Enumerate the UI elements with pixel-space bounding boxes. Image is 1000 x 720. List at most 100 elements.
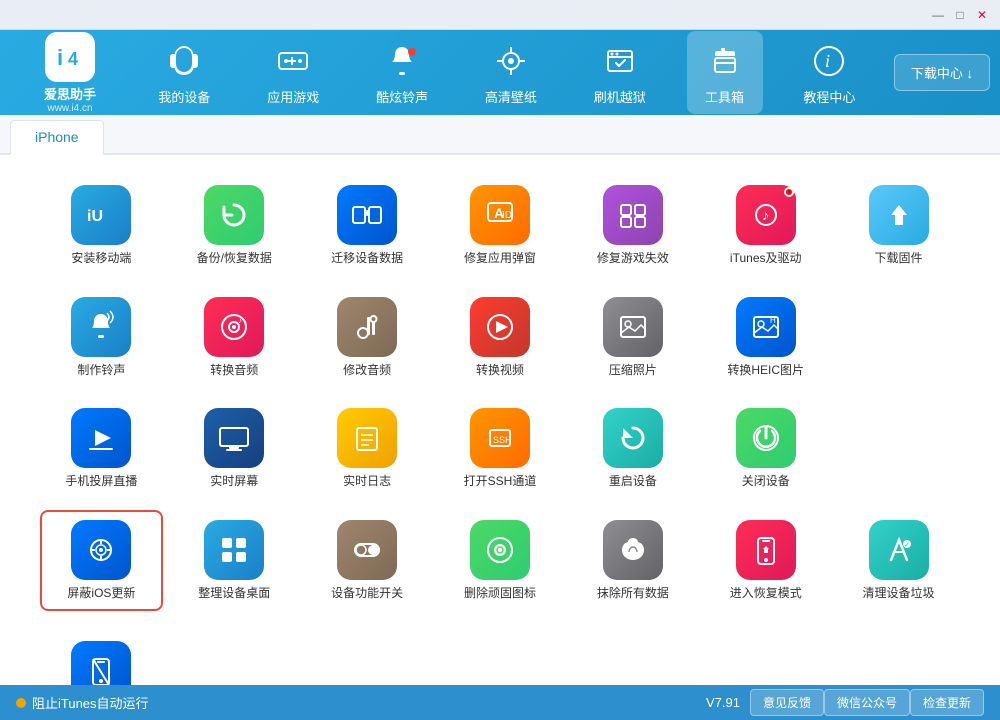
svg-text:✓: ✓ — [904, 542, 910, 549]
download-btn[interactable]: 下载中心 ↓ — [894, 54, 990, 91]
tool-recovery-mode[interactable]: 进入恢复模式 — [704, 510, 827, 612]
tool-block-ios-update-icon — [71, 520, 131, 580]
tool-convert-heic-label: 转换HEIC图片 — [727, 363, 804, 379]
tool-real-screen[interactable]: 实时屏幕 — [173, 398, 296, 500]
tool-install-mobile[interactable]: iU 安装移动端 — [40, 175, 163, 277]
status-bar: 阻止iTunes自动运行 V7.91 意见反馈 微信公众号 检查更新 — [0, 685, 1000, 720]
nav-toolbox[interactable]: 工具箱 — [687, 31, 763, 114]
tool-delete-icon-icon — [470, 520, 530, 580]
main-content: iU 安装移动端 备份/恢复数据 — [0, 155, 1000, 685]
update-btn[interactable]: 检查更新 — [910, 689, 984, 716]
tool-edit-audio[interactable]: 修改音频 — [306, 287, 429, 389]
nav-wallpapers[interactable]: 高清壁纸 — [469, 31, 553, 114]
tool-migrate-data-label: 迁移设备数据 — [331, 251, 403, 267]
status-dot — [16, 698, 26, 708]
nav-ringtones-label: 酷炫铃声 — [376, 87, 428, 106]
nav-ringtones[interactable]: 酷炫铃声 — [360, 31, 444, 114]
tool-backup-restore-label: 备份/恢复数据 — [197, 251, 272, 267]
logo-icon: i 4 — [45, 32, 95, 82]
tool-convert-heic[interactable]: H 转换HEIC图片 — [704, 287, 827, 389]
tool-edit-audio-label: 修改音频 — [343, 363, 391, 379]
tool-real-log-icon — [337, 408, 397, 468]
nav-jailbreak[interactable]: 刷机越狱 — [578, 31, 662, 114]
my-device-icon — [162, 39, 206, 83]
tool-organize-desktop-icon — [204, 520, 264, 580]
tool-organize-desktop[interactable]: 整理设备桌面 — [173, 510, 296, 612]
tools-row-3: 手机投屏直播 实时屏幕 实时日志 — [40, 398, 960, 500]
tool-real-log-label: 实时日志 — [343, 474, 391, 490]
nav-my-device-label: 我的设备 — [158, 87, 210, 106]
version-text: V7.91 — [706, 695, 740, 710]
tool-fix-app-popup-icon: A ID — [470, 185, 530, 245]
tool-install-mobile-icon: iU — [71, 185, 131, 245]
tool-recovery-mode-label: 进入恢复模式 — [730, 586, 802, 602]
close-icon[interactable]: ✕ — [972, 5, 992, 25]
tool-organize-desktop-label: 整理设备桌面 — [198, 586, 270, 602]
ringtones-icon — [380, 39, 424, 83]
tool-compress-photos[interactable]: 压缩照片 — [571, 287, 694, 389]
tool-fix-game-icon — [603, 185, 663, 245]
tool-convert-video[interactable]: 转换视频 — [439, 287, 562, 389]
tool-backup-restore[interactable]: 备份/恢复数据 — [173, 175, 296, 277]
wallpapers-icon — [489, 39, 533, 83]
nav-my-device[interactable]: 我的设备 — [142, 31, 226, 114]
tool-shutdown-device[interactable]: 关闭设备 — [704, 398, 827, 500]
wechat-btn[interactable]: 微信公众号 — [824, 689, 910, 716]
tool-ssh-tunnel[interactable]: SSH 打开SSH通道 — [439, 398, 562, 500]
tool-screen-cast[interactable]: 手机投屏直播 — [40, 398, 163, 500]
tool-fix-game[interactable]: 修复游戏失效 — [571, 175, 694, 277]
feedback-btn[interactable]: 意见反馈 — [750, 689, 824, 716]
nav-tutorials[interactable]: i 教程中心 — [787, 31, 871, 114]
tool-fix-app-popup[interactable]: A ID 修复应用弹窗 — [439, 175, 562, 277]
tool-backup-restore-icon — [204, 185, 264, 245]
tool-compress-photos-icon — [603, 297, 663, 357]
tool-convert-video-icon — [470, 297, 530, 357]
tool-fix-game-label: 修复游戏失效 — [597, 251, 669, 267]
tool-device-toggle-label: 设备功能开关 — [331, 586, 403, 602]
tool-wipe-data[interactable]: 抹除所有数据 — [571, 510, 694, 612]
tool-convert-audio[interactable]: ♪ 转换音频 — [173, 287, 296, 389]
tool-compress-photos-label: 压缩照片 — [609, 363, 657, 379]
svg-text:SSH: SSH — [493, 435, 512, 445]
nav-wallpapers-label: 高清壁纸 — [485, 87, 537, 106]
minimize-icon[interactable]: — — [928, 5, 948, 25]
tool-itunes-driver-label: iTunes及驱动 — [730, 251, 802, 267]
nav-jailbreak-label: 刷机越狱 — [594, 87, 646, 106]
tab-iphone[interactable]: iPhone — [10, 120, 104, 155]
tool-shutdown-device-icon — [736, 408, 796, 468]
logo: i 4 爱思助手 www.i4.cn — [10, 32, 130, 114]
tool-itunes-driver-icon: ♪ — [736, 185, 796, 245]
tool-migrate-data-icon — [337, 185, 397, 245]
svg-text:iU: iU — [87, 208, 103, 225]
tool-block-ios-update[interactable]: 屏蔽iOS更新 — [40, 510, 163, 612]
tool-device-toggle[interactable]: 设备功能开关 — [306, 510, 429, 612]
tool-deactivate[interactable]: 反激活设备 — [40, 631, 163, 685]
tool-install-mobile-label: 安装移动端 — [71, 251, 131, 267]
tutorials-icon: i — [807, 39, 851, 83]
tool-restart-device-label: 重启设备 — [609, 474, 657, 490]
tool-screen-cast-icon — [71, 408, 131, 468]
tool-screen-cast-label: 手机投屏直播 — [65, 474, 137, 490]
tool-real-log[interactable]: 实时日志 — [306, 398, 429, 500]
tool-real-screen-icon — [204, 408, 264, 468]
tool-restart-device-icon — [603, 408, 663, 468]
tool-make-ringtone-icon — [71, 297, 131, 357]
tool-ssh-tunnel-label: 打开SSH通道 — [464, 474, 537, 490]
tool-download-firmware-label: 下载固件 — [875, 251, 923, 267]
nav-app-games[interactable]: 应用游戏 — [251, 31, 335, 114]
tool-ssh-tunnel-icon: SSH — [470, 408, 530, 468]
jailbreak-icon — [598, 39, 642, 83]
nav-items: 我的设备 应用游戏 酷炫铃声 — [130, 31, 884, 114]
header: i 4 爱思助手 www.i4.cn 我的设备 — [0, 30, 1000, 115]
tool-download-firmware[interactable]: 下载固件 — [837, 175, 960, 277]
maximize-icon[interactable]: □ — [950, 5, 970, 25]
tool-make-ringtone[interactable]: 制作铃声 — [40, 287, 163, 389]
tool-clean-junk[interactable]: ✓ 清理设备垃圾 — [837, 510, 960, 612]
status-left: 阻止iTunes自动运行 — [16, 693, 706, 712]
tool-delete-icon[interactable]: 删除顽固图标 — [439, 510, 562, 612]
svg-text:♪: ♪ — [238, 316, 242, 325]
tool-itunes-driver[interactable]: ♪ iTunes及驱动 — [704, 175, 827, 277]
tool-restart-device[interactable]: 重启设备 — [571, 398, 694, 500]
logo-text: 爱思助手 — [44, 84, 96, 103]
tool-migrate-data[interactable]: 迁移设备数据 — [306, 175, 429, 277]
